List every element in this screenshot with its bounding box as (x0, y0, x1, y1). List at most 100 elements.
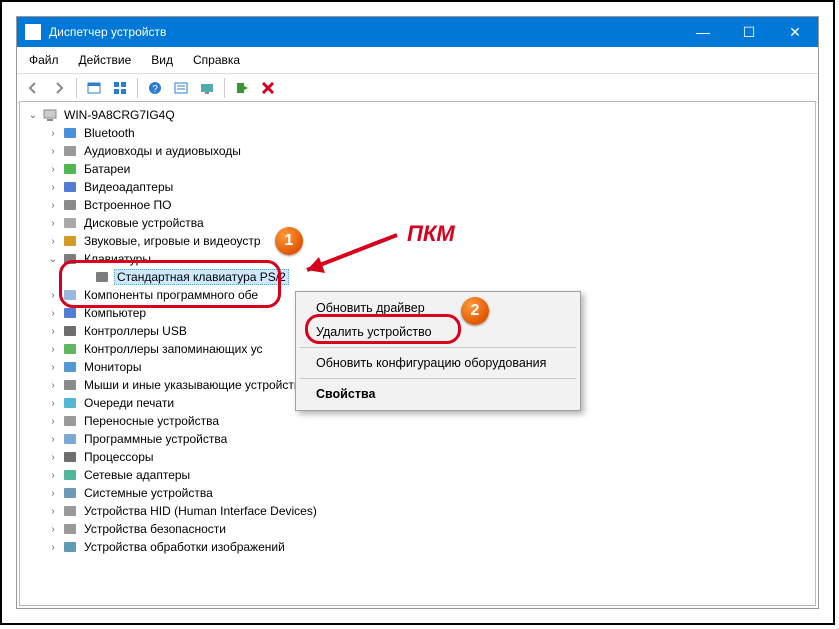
expand-icon[interactable]: › (46, 218, 60, 229)
expand-icon[interactable]: › (46, 416, 60, 427)
expand-icon[interactable]: › (46, 146, 60, 157)
ctx-uninstall-device[interactable]: Удалить устройство (298, 320, 578, 344)
tree-item[interactable]: ›Видеоадаптеры (20, 178, 815, 196)
expand-icon[interactable]: › (46, 398, 60, 409)
device-icon (62, 521, 78, 537)
expand-icon[interactable]: › (46, 128, 60, 139)
device-icon (62, 215, 78, 231)
device-icon (62, 467, 78, 483)
window-title: Диспетчер устройств (49, 25, 680, 39)
toolbar-separator (224, 78, 225, 98)
expand-icon[interactable]: ⌄ (26, 110, 40, 121)
ctx-update-driver[interactable]: Обновить драйвер (298, 296, 578, 320)
svg-text:?: ? (152, 84, 158, 95)
tree-item-label: Устройства обработки изображений (82, 540, 287, 554)
tree-item[interactable]: › Устройства HID (Human Interface Devices… (20, 502, 815, 520)
expand-icon[interactable]: › (46, 290, 60, 301)
expand-icon[interactable]: › (46, 344, 60, 355)
ctx-scan-hardware[interactable]: Обновить конфигурацию оборудования (298, 351, 578, 375)
properties-button[interactable] (169, 76, 193, 100)
menu-help[interactable]: Справка (185, 51, 248, 69)
tree-item[interactable]: › Сетевые адаптеры (20, 466, 815, 484)
window-controls: ― ☐ ✕ (680, 17, 818, 47)
device-icon (62, 359, 78, 375)
expand-icon[interactable]: › (46, 236, 60, 247)
tree-item[interactable]: ›Переносные устройства (20, 412, 815, 430)
tree-item-label: Мыши и иные указывающие устройства (82, 378, 309, 392)
minimize-button[interactable]: ― (680, 17, 726, 47)
titlebar: Диспетчер устройств ― ☐ ✕ (17, 17, 818, 47)
menu-action[interactable]: Действие (71, 51, 140, 69)
device-icon (62, 287, 78, 303)
tree-item-label: Батареи (82, 162, 132, 176)
ctx-properties[interactable]: Свойства (298, 382, 578, 406)
close-button[interactable]: ✕ (772, 17, 818, 47)
tree-item-label: Программные устройства (82, 432, 229, 446)
expand-icon[interactable]: › (46, 362, 60, 373)
tree-item[interactable]: › Аудиовходы и аудиовыходы (20, 142, 815, 160)
expand-icon[interactable]: › (46, 182, 60, 193)
device-icon (62, 305, 78, 321)
expand-icon[interactable]: › (46, 380, 60, 391)
forward-button[interactable] (47, 76, 71, 100)
tree-item[interactable]: › Программные устройства (20, 430, 815, 448)
expand-icon[interactable]: ⌄ (46, 254, 60, 265)
device-icon (62, 125, 78, 141)
tree-item[interactable]: ›Системные устройства (20, 484, 815, 502)
tree-item-label: Компьютер (82, 306, 148, 320)
tree-item-label: Сетевые адаптеры (82, 468, 192, 482)
back-button[interactable] (21, 76, 45, 100)
device-icon (62, 233, 78, 249)
device-icon (62, 251, 78, 267)
tree-item-label: Устройства HID (Human Interface Devices) (82, 504, 319, 518)
tree-item-label: Устройства безопасности (82, 522, 228, 536)
toolbar-separator (76, 78, 77, 98)
show-hidden-button[interactable] (82, 76, 106, 100)
tree-item[interactable]: ⌄Клавиатуры (20, 250, 815, 268)
tree-item[interactable]: ›Процессоры (20, 448, 815, 466)
toolbar-separator (137, 78, 138, 98)
maximize-button[interactable]: ☐ (726, 17, 772, 47)
tree-root[interactable]: ⌄ WIN-9A8CRG7IG4Q (20, 106, 815, 124)
tree-item-label: Очереди печати (82, 396, 176, 410)
expand-icon[interactable]: › (46, 434, 60, 445)
ctx-separator (300, 347, 576, 348)
expand-icon[interactable]: › (46, 308, 60, 319)
help-button[interactable]: ? (143, 76, 167, 100)
tree-item-label: Контроллеры запоминающих ус (82, 342, 265, 356)
scan-hardware-button[interactable] (195, 76, 219, 100)
tree-item-label: Звуковые, игровые и видеоустр (82, 234, 263, 248)
tree-item[interactable]: ›Встроенное ПО (20, 196, 815, 214)
device-icon (62, 431, 78, 447)
tree-item[interactable]: › Батареи (20, 160, 815, 178)
device-icon (62, 485, 78, 501)
expand-icon[interactable]: › (46, 326, 60, 337)
root-label: WIN-9A8CRG7IG4Q (62, 108, 177, 122)
expand-icon[interactable]: › (46, 452, 60, 463)
expand-icon[interactable]: › (46, 506, 60, 517)
device-icon (62, 377, 78, 393)
expand-icon[interactable]: › (46, 524, 60, 535)
tree-item[interactable]: ›Bluetooth (20, 124, 815, 142)
expand-icon[interactable]: › (46, 470, 60, 481)
uninstall-button[interactable] (256, 76, 280, 100)
device-icon (62, 449, 78, 465)
view-button[interactable] (108, 76, 132, 100)
device-icon (62, 323, 78, 339)
tree-item[interactable]: › Устройства безопасности (20, 520, 815, 538)
device-icon (62, 179, 78, 195)
tree-item[interactable]: › Звуковые, игровые и видеоустр (20, 232, 815, 250)
tree-item[interactable]: › Устройства обработки изображений (20, 538, 815, 556)
menu-view[interactable]: Вид (143, 51, 181, 69)
update-driver-button[interactable] (230, 76, 254, 100)
expand-icon[interactable]: › (46, 542, 60, 553)
expand-icon[interactable]: › (46, 164, 60, 175)
device-icon (62, 341, 78, 357)
tree-item-label: Аудиовходы и аудиовыходы (82, 144, 243, 158)
menu-file[interactable]: Файл (21, 51, 67, 69)
tree-item[interactable]: ›Дисковые устройства (20, 214, 815, 232)
expand-icon[interactable]: › (46, 200, 60, 211)
tree-item[interactable]: Стандартная клавиатура PS/2 (20, 268, 815, 286)
tree-item-label: Компоненты программного обе (82, 288, 260, 302)
expand-icon[interactable]: › (46, 488, 60, 499)
